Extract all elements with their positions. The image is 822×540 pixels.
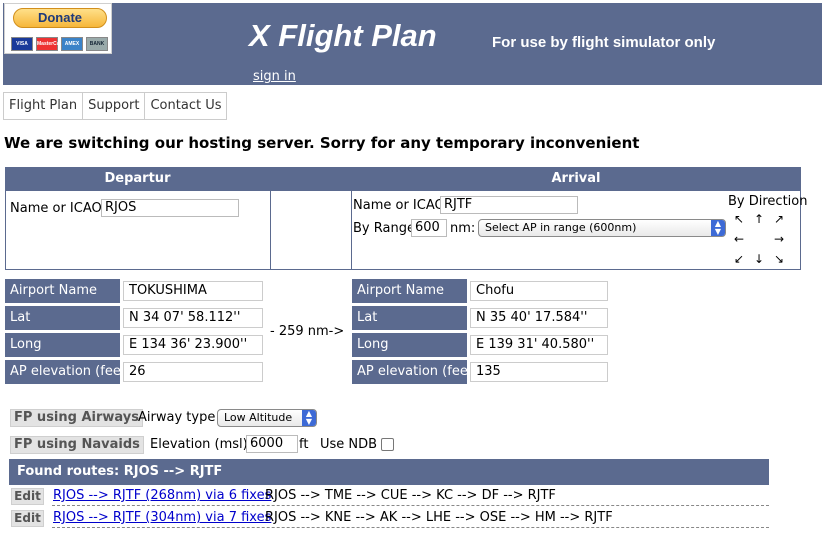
arrow-sw-icon[interactable]: ↙ (732, 252, 746, 266)
use-ndb-checkbox[interactable] (381, 438, 394, 451)
arrow-w-icon[interactable]: ← (732, 232, 746, 246)
arrival-header: Arrival (351, 167, 801, 191)
arrow-ne-icon[interactable]: ↗ (772, 212, 786, 226)
range-label: By Range (353, 221, 415, 236)
sign-in-link[interactable]: sign in (253, 69, 296, 84)
arr-elevation-value: 135 (470, 362, 608, 382)
select-arrows-icon: ▲ ▼ (711, 220, 725, 236)
arr-long-value: E 139 31' 40.580'' (470, 335, 608, 355)
header-spacer (270, 167, 351, 191)
nav-support[interactable]: Support (83, 93, 146, 119)
range-unit: nm: (450, 221, 476, 236)
arr-elevation-label: AP elevation (feet) (352, 360, 478, 384)
arrival-icao-input[interactable]: RJTF (440, 196, 578, 214)
dep-lat-label: Lat (5, 306, 120, 330)
route-1-path: RJOS --> TME --> CUE --> KC --> DF --> R… (265, 488, 556, 503)
donate-button[interactable]: Donate (13, 8, 107, 28)
airway-type-label: Airway type (138, 410, 216, 425)
elevation-label: Elevation (msl) (150, 437, 248, 452)
elevation-input[interactable]: 6000 (246, 435, 298, 453)
dep-long-label: Long (5, 333, 120, 357)
route-1-link[interactable]: RJOS --> RJTF (268nm) via 6 fixes (53, 488, 271, 503)
select-arrows-icon: ▲ ▼ (302, 410, 316, 426)
page-subtitle: For use by flight simulator only (492, 34, 716, 51)
dep-lat-value: N 34 07' 58.112'' (123, 308, 263, 328)
distance-text: - 259 nm-> (270, 324, 345, 339)
arrival-name-label: Name or ICAO (353, 198, 445, 213)
nav-contact-us[interactable]: Contact Us (145, 93, 226, 119)
elevation-unit: ft (299, 437, 309, 452)
mastercard-icon: MasterCard (36, 37, 65, 51)
arrow-n-icon[interactable]: ↑ (752, 212, 766, 226)
route-2-divider (52, 527, 769, 528)
amex-card-icon: AMEX (61, 37, 83, 51)
notice-message: We are switching our hosting server. Sor… (4, 134, 640, 152)
route-2-path: RJOS --> KNE --> AK --> LHE --> OSE --> … (265, 510, 613, 525)
page-title: X Flight Plan (249, 18, 437, 53)
arrow-e-icon[interactable]: → (772, 232, 786, 246)
direction-label: By Direction (728, 194, 808, 209)
range-input[interactable]: 600 (411, 219, 447, 237)
use-ndb-label: Use NDB (320, 437, 378, 452)
donate-box: Donate VISA MasterCard AMEX BANK (4, 3, 112, 54)
range-select-value: Select AP in range (600nm) (485, 221, 637, 234)
dep-elevation-value: 26 (123, 362, 263, 382)
arr-airport-name-value: Chofu (470, 281, 608, 301)
visa-card-icon: VISA (11, 37, 33, 51)
arr-long-label: Long (352, 333, 467, 357)
middle-box (270, 191, 352, 270)
range-airport-select[interactable]: Select AP in range (600nm) ▲ ▼ (478, 219, 726, 237)
nav-bar: Flight Plan Support Contact Us (3, 92, 228, 120)
arrow-s-icon[interactable]: ↓ (752, 252, 766, 266)
dep-long-value: E 134 36' 23.900'' (123, 335, 263, 355)
dep-airport-name-label: Airport Name (5, 279, 120, 303)
dep-airport-name-value: TOKUSHIMA (123, 281, 263, 301)
nav-flight-plan[interactable]: Flight Plan (4, 93, 84, 119)
fp-navaids-button[interactable]: FP using Navaids (10, 436, 144, 454)
routes-header: Found routes: RJOS --> RJTF (9, 459, 769, 485)
departure-header: Departur (5, 167, 270, 191)
airway-type-value: Low Altitude (224, 411, 293, 424)
edit-route-2-button[interactable]: Edit (11, 510, 44, 527)
bank-card-icon: BANK (86, 37, 108, 51)
route-2-link[interactable]: RJOS --> RJTF (304nm) via 7 fixes (53, 510, 271, 525)
fp-airways-button[interactable]: FP using Airways (10, 409, 143, 427)
departure-icao-input[interactable]: RJOS (101, 199, 239, 217)
arr-airport-name-label: Airport Name (352, 279, 467, 303)
arrow-nw-icon[interactable]: ↖ (732, 212, 746, 226)
edit-route-1-button[interactable]: Edit (11, 488, 44, 505)
arr-lat-label: Lat (352, 306, 467, 330)
departure-name-label: Name or ICAO (10, 201, 102, 216)
arrow-se-icon[interactable]: ↘ (772, 252, 786, 266)
dep-elevation-label: AP elevation (feet) (5, 360, 131, 384)
airway-type-select[interactable]: Low Altitude ▲ ▼ (217, 409, 317, 427)
arr-lat-value: N 35 40' 17.584'' (470, 308, 608, 328)
route-1-divider (52, 505, 769, 506)
